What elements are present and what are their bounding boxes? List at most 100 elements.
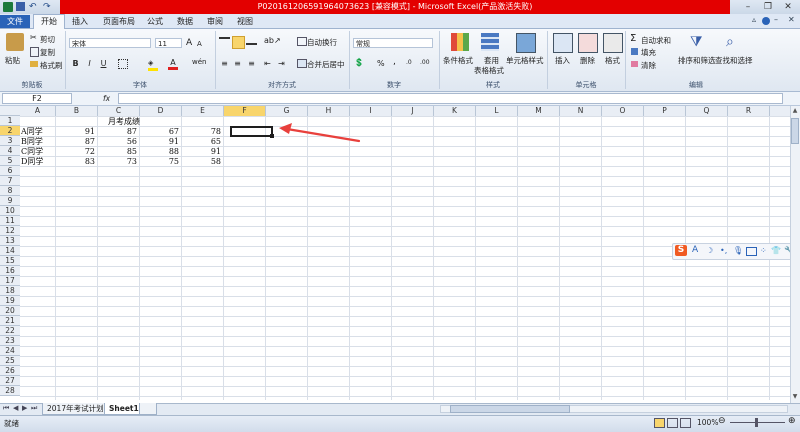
format-painter-button[interactable]: 格式刷 bbox=[40, 60, 63, 71]
autosum-icon[interactable]: Σ bbox=[630, 33, 636, 44]
tab-review[interactable]: 审阅 bbox=[203, 15, 227, 28]
cell-c1-title[interactable]: 月考成绩 bbox=[108, 117, 140, 127]
font-size-combo[interactable]: 11 bbox=[155, 38, 182, 48]
row-header-5[interactable]: 5 bbox=[0, 156, 20, 166]
row-header-19[interactable]: 19 bbox=[0, 296, 20, 306]
page-break-view-icon[interactable] bbox=[680, 418, 691, 428]
formula-input[interactable] bbox=[118, 93, 783, 104]
cell-c5[interactable]: 73 bbox=[98, 157, 137, 167]
row-header-24[interactable]: 24 bbox=[0, 346, 20, 356]
workbook-close-icon[interactable]: ✕ bbox=[788, 15, 795, 24]
cut-icon[interactable]: ✂ bbox=[30, 33, 37, 42]
copy-button[interactable]: 复制 bbox=[40, 47, 55, 58]
tab-insert[interactable]: 插入 bbox=[67, 15, 93, 28]
cell-d4[interactable]: 88 bbox=[140, 147, 179, 157]
column-header-g[interactable]: G bbox=[266, 106, 308, 116]
merge-center-icon[interactable] bbox=[297, 59, 307, 68]
column-header-l[interactable]: L bbox=[476, 106, 518, 116]
cell-e5[interactable]: 58 bbox=[182, 157, 221, 167]
cell-e3[interactable]: 65 bbox=[182, 137, 221, 147]
minimize-button[interactable]: – bbox=[738, 0, 758, 14]
row-header-4[interactable]: 4 bbox=[0, 146, 20, 156]
bold-button[interactable]: B bbox=[70, 58, 81, 69]
cell-a3[interactable]: B同学 bbox=[21, 137, 43, 147]
cell-a2[interactable]: A同学 bbox=[21, 127, 43, 137]
number-format-combo[interactable]: 常规 bbox=[353, 38, 433, 48]
currency-icon[interactable]: 💲 bbox=[354, 58, 364, 67]
find-select-button[interactable]: 查找和选择 bbox=[715, 55, 753, 66]
sheet-nav-last-icon[interactable]: ⏭ bbox=[31, 404, 37, 413]
cell-d2[interactable]: 67 bbox=[140, 127, 179, 137]
column-header-f[interactable]: F bbox=[224, 106, 266, 116]
cut-button[interactable]: 剪切 bbox=[40, 34, 55, 45]
paste-button[interactable]: 粘贴 bbox=[5, 55, 20, 66]
select-all-corner[interactable] bbox=[0, 106, 20, 116]
fill-icon[interactable] bbox=[631, 48, 638, 55]
decrease-indent-icon[interactable]: ⇤ bbox=[262, 58, 273, 69]
sort-filter-icon[interactable]: ⧩ bbox=[690, 33, 708, 51]
column-header-p[interactable]: P bbox=[644, 106, 686, 116]
scroll-down-button[interactable]: ▼ bbox=[791, 393, 799, 401]
page-layout-view-icon[interactable] bbox=[667, 418, 678, 428]
format-cells-button[interactable]: 格式 bbox=[605, 55, 620, 66]
column-header-c[interactable]: C bbox=[98, 106, 140, 116]
cell-a5[interactable]: D同学 bbox=[21, 157, 43, 167]
restore-button[interactable]: ❐ bbox=[758, 0, 778, 14]
clear-button[interactable]: 清除 bbox=[641, 60, 656, 71]
increase-indent-icon[interactable]: ⇥ bbox=[276, 58, 287, 69]
row-header-14[interactable]: 14 bbox=[0, 246, 20, 256]
redo-icon[interactable]: ↷ bbox=[43, 1, 51, 13]
ime-grid-icon[interactable]: ⁘ bbox=[760, 246, 767, 255]
delete-cells-icon[interactable] bbox=[578, 33, 598, 53]
column-header-q[interactable]: Q bbox=[686, 106, 728, 116]
tab-home[interactable]: 开始 bbox=[33, 14, 65, 29]
row-header-10[interactable]: 10 bbox=[0, 206, 20, 216]
selected-cell-f2[interactable] bbox=[230, 126, 273, 137]
format-as-table-icon[interactable] bbox=[481, 33, 499, 51]
row-header-18[interactable]: 18 bbox=[0, 286, 20, 296]
column-header-n[interactable]: N bbox=[560, 106, 602, 116]
column-header-a[interactable]: A bbox=[20, 106, 56, 116]
normal-view-icon[interactable] bbox=[654, 418, 665, 428]
decrease-decimal-icon[interactable]: .00 bbox=[420, 59, 430, 66]
cell-d5[interactable]: 75 bbox=[140, 157, 179, 167]
font-name-combo[interactable]: 宋体 bbox=[69, 38, 151, 48]
column-header-k[interactable]: K bbox=[434, 106, 476, 116]
copy-icon[interactable] bbox=[30, 47, 39, 57]
align-middle-icon[interactable] bbox=[232, 36, 245, 49]
sheet-tab-sheet1[interactable]: Sheet1 bbox=[104, 403, 144, 415]
row-header-15[interactable]: 15 bbox=[0, 256, 20, 266]
font-color-icon[interactable]: A bbox=[168, 58, 178, 70]
insert-sheet-icon[interactable] bbox=[139, 403, 157, 415]
sheet-nav-first-icon[interactable]: ⏮ bbox=[3, 404, 9, 413]
zoom-in-button[interactable]: ⊕ bbox=[788, 416, 796, 426]
comma-button[interactable]: , bbox=[393, 57, 396, 67]
row-header-25[interactable]: 25 bbox=[0, 356, 20, 366]
sheet-tab-plan[interactable]: 2017年考试计划 bbox=[42, 403, 109, 415]
column-header-h[interactable]: H bbox=[308, 106, 350, 116]
delete-cells-button[interactable]: 删除 bbox=[580, 55, 595, 66]
tab-page-layout[interactable]: 页面布局 bbox=[99, 15, 139, 28]
row-header-16[interactable]: 16 bbox=[0, 266, 20, 276]
workbook-minimize-icon[interactable]: – bbox=[774, 15, 778, 24]
align-left-icon[interactable]: ≡ bbox=[219, 58, 230, 69]
save-icon[interactable] bbox=[16, 2, 25, 11]
column-header-d[interactable]: D bbox=[140, 106, 182, 116]
ribbon-collapse-icon[interactable]: ▵ bbox=[752, 15, 756, 24]
row-header-13[interactable]: 13 bbox=[0, 236, 20, 246]
close-button[interactable]: ✕ bbox=[778, 0, 798, 14]
increase-decimal-icon[interactable]: .0 bbox=[406, 59, 412, 66]
column-header-r[interactable]: R bbox=[728, 106, 770, 116]
wrap-text-icon[interactable] bbox=[297, 37, 307, 46]
cell-c4[interactable]: 85 bbox=[98, 147, 137, 157]
autosum-button[interactable]: 自动求和 bbox=[641, 35, 671, 46]
ime-punct-icon[interactable]: •, bbox=[720, 246, 727, 255]
column-header-m[interactable]: M bbox=[518, 106, 560, 116]
zoom-level[interactable]: 100% bbox=[697, 418, 718, 427]
fill-button[interactable]: 填充 bbox=[641, 47, 656, 58]
ime-moon-icon[interactable]: ☽ bbox=[706, 246, 713, 255]
column-header-i[interactable]: I bbox=[350, 106, 392, 116]
cell-styles-icon[interactable] bbox=[516, 33, 536, 53]
name-box[interactable]: F2 bbox=[2, 93, 72, 104]
sheet-nav-next-icon[interactable]: ▶ bbox=[22, 404, 27, 412]
